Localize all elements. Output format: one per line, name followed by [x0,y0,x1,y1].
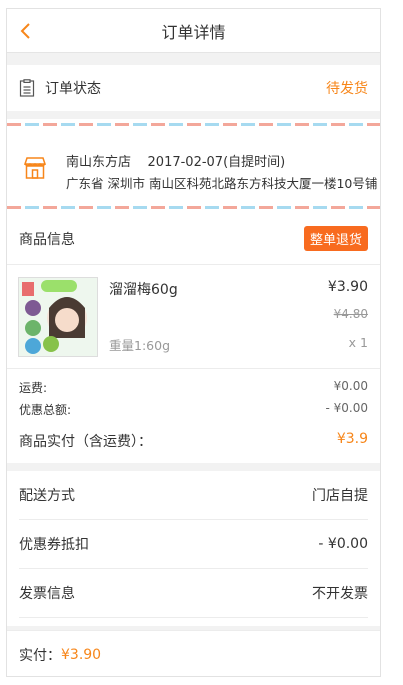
order-options-section: 配送方式 门店自提 优惠券抵扣 - ¥0.00 发票信息 不开发票 [7,471,380,626]
coupon-deduction-value: - ¥0.00 [318,536,368,552]
discount-total-value: - ¥0.00 [325,401,369,415]
product-quantity: x 1 [348,335,368,350]
shipping-fee-row: 运费: ¥0.00 [19,379,368,396]
header-bar: 订单详情 [7,9,380,53]
order-status-section: 订单状态 待发货 [7,65,380,111]
coupon-deduction-row[interactable]: 优惠券抵扣 - ¥0.00 [19,520,368,569]
invoice-info-value: 不开发票 [312,586,368,602]
order-detail-page: 订单详情 订单状态 待发货 南山东方店 2017-02-07(自提时间) 广东省… [6,8,381,677]
goods-paid-value: ¥3.9 [336,431,368,447]
chevron-left-icon[interactable] [17,21,35,41]
store-name-and-time: 南山东方店 2017-02-07(自提时间) [66,155,286,170]
goods-header: 商品信息 整单退货 [7,213,380,265]
goods-section: 商品信息 整单退货 溜溜梅60g ¥3.90 ¥4.80 重量1:60g x 1… [7,213,380,463]
delivery-method-row[interactable]: 配送方式 门店自提 [19,471,368,520]
order-status-value: 待发货 [326,81,368,97]
shipping-fee-label: 运费: [19,381,48,395]
product-image [18,277,98,357]
document-icon [19,79,35,97]
coupon-deduction-label: 优惠券抵扣 [19,537,89,553]
discount-total-row: 优惠总额: - ¥0.00 [19,401,368,418]
storefront-icon [23,157,47,179]
refund-order-button[interactable]: 整单退货 [303,226,368,251]
invoice-info-row[interactable]: 发票信息 不开发票 [19,569,368,618]
invoice-info-label: 发票信息 [19,586,75,602]
product-original-price: ¥4.80 [333,307,368,321]
product-row[interactable]: 溜溜梅60g ¥3.90 ¥4.80 重量1:60g x 1 [7,265,380,369]
shipping-fee-value: ¥0.00 [333,379,368,393]
total-paid-bar: 实付： ¥3.90 [7,630,380,676]
goods-section-label: 商品信息 [19,231,75,248]
page-title: 订单详情 [161,22,226,42]
order-status-label: 订单状态 [45,81,101,97]
total-paid-label: 实付： [19,647,61,664]
pickup-store-section: 南山东方店 2017-02-07(自提时间) 广东省 深圳市 南山区科苑北路东方… [7,119,380,213]
product-weight: 重量1:60g [109,338,171,353]
discount-total-label: 优惠总额: [19,403,72,417]
goods-paid-label: 商品实付（含运费）： [19,434,152,450]
product-price: ¥3.90 [327,279,368,295]
goods-paid-row: 商品实付（含运费）： ¥3.9 [19,431,368,451]
delivery-method-label: 配送方式 [19,488,75,504]
store-address: 广东省 深圳市 南山区科苑北路东方科技大厦一楼10号铺 [66,176,378,191]
envelope-stripe-bottom [7,206,380,209]
product-name: 溜溜梅60g [109,282,178,298]
envelope-stripe-top [7,123,380,126]
total-paid-amount: ¥3.90 [61,646,102,663]
delivery-method-value: 门店自提 [312,488,368,504]
